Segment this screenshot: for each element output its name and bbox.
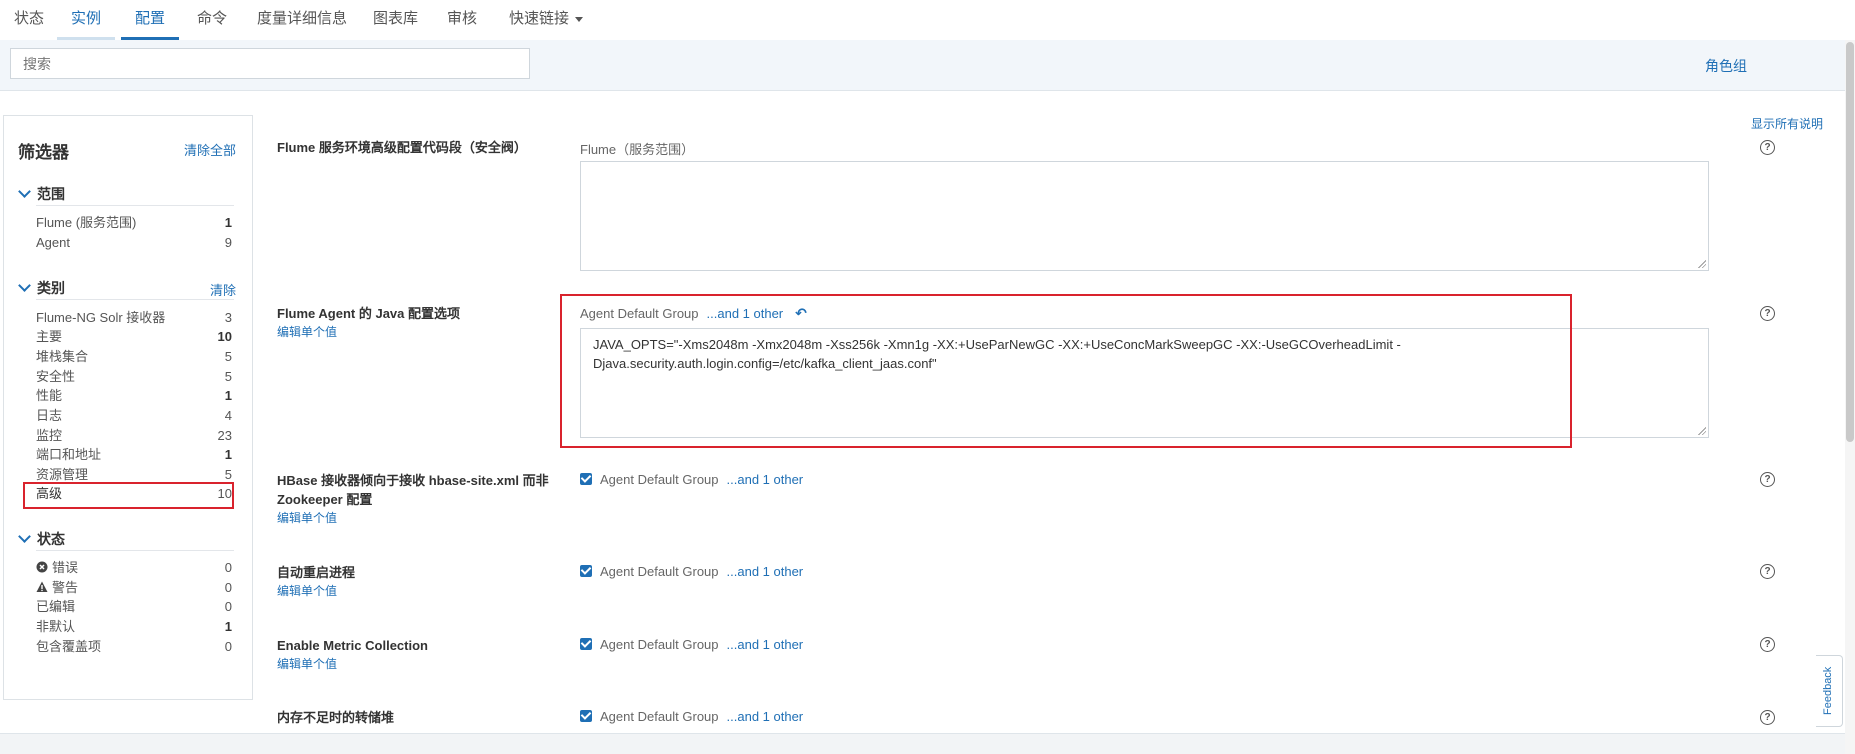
config-label: Enable Metric Collection	[277, 638, 428, 653]
filter-item[interactable]: 主要 10	[36, 328, 232, 346]
clear-category-link[interactable]: 清除	[210, 280, 236, 299]
filter-item[interactable]: 日志 4	[36, 407, 232, 425]
search-bar	[0, 40, 1855, 91]
tab-quick-links[interactable]: 快速链接	[495, 0, 597, 40]
tab-commands[interactable]: 命令	[183, 0, 241, 40]
top-nav: 状态 实例 配置 命令 度量详细信息 图表库 审核 快速链接	[0, 0, 1855, 41]
chevron-down-icon	[575, 16, 584, 22]
divider	[36, 299, 234, 300]
config-label: HBase 接收器倾向于接收 hbase-site.xml 而非 Zookeep…	[277, 473, 549, 507]
filter-item[interactable]: 警告 0	[36, 579, 232, 597]
checkbox[interactable]	[580, 473, 592, 485]
search-input[interactable]	[10, 48, 530, 79]
config-label: 自动重启进程	[277, 565, 356, 580]
filter-item[interactable]: 端口和地址 1	[36, 446, 232, 464]
filter-panel: 筛选器 清除全部 范围 Flume (服务范围) 1 Agent 9 类别 清除 F…	[3, 115, 253, 700]
filter-item[interactable]: 包含覆盖项 0	[36, 638, 232, 656]
chevron-down-icon	[18, 530, 31, 543]
filter-item[interactable]: Agent 9	[36, 234, 232, 252]
edit-single-value-link[interactable]: 编辑单个值	[277, 655, 337, 672]
filter-item[interactable]: 已编辑 0	[36, 598, 232, 616]
section-category[interactable]: 类别	[18, 278, 65, 298]
group-line: Agent Default Group ...and 1 other	[580, 472, 803, 487]
tab-configuration[interactable]: 配置	[121, 0, 180, 40]
filter-item[interactable]: 非默认 1	[36, 618, 232, 636]
group-line: Agent Default Group ...and 1 other	[580, 564, 803, 579]
tab-status[interactable]: 状态	[0, 0, 58, 40]
group-name: Agent Default Group	[600, 709, 719, 724]
other-groups-link[interactable]: ...and 1 other	[727, 637, 804, 652]
annotation-highlight	[23, 482, 234, 509]
checkbox[interactable]	[580, 565, 592, 577]
resize-handle-icon[interactable]	[1698, 260, 1706, 268]
config-label: Flume Agent 的 Java 配置选项	[277, 306, 460, 321]
other-groups-link[interactable]: ...and 1 other	[727, 564, 804, 579]
section-status[interactable]: 状态	[18, 529, 65, 549]
config-label: Flume 服务环境高级配置代码段（安全阀）	[277, 140, 527, 155]
help-icon[interactable]: ?	[1760, 637, 1775, 652]
tab-chart-library[interactable]: 图表库	[359, 0, 432, 40]
chevron-down-icon	[18, 185, 31, 198]
tab-instances[interactable]: 实例	[57, 0, 116, 40]
scrollbar-thumb[interactable]	[1846, 42, 1854, 442]
bottom-bar	[0, 733, 1845, 754]
tab-metric-details[interactable]: 度量详细信息	[243, 0, 361, 40]
filter-item[interactable]: 监控 23	[36, 427, 232, 445]
error-icon	[36, 561, 48, 573]
group-name: Agent Default Group	[600, 564, 719, 579]
group-line: Agent Default Group ...and 1 other	[580, 637, 803, 652]
other-groups-link[interactable]: ...and 1 other	[727, 709, 804, 724]
group-name: Agent Default Group	[600, 472, 719, 487]
edit-single-value-link[interactable]: 编辑单个值	[277, 509, 337, 526]
help-icon[interactable]: ?	[1760, 710, 1775, 725]
group-line: Agent Default Group ...and 1 other	[580, 709, 803, 724]
config-label: 内存不足时的转储堆	[277, 710, 395, 725]
group-name: Agent Default Group	[600, 637, 719, 652]
warning-icon	[36, 581, 48, 592]
help-icon[interactable]: ?	[1760, 472, 1775, 487]
checkbox[interactable]	[580, 638, 592, 650]
config-textarea[interactable]	[580, 161, 1709, 271]
resize-handle-icon[interactable]	[1698, 427, 1706, 435]
filter-item[interactable]: 堆栈集合 5	[36, 348, 232, 366]
edit-single-value-link[interactable]: 编辑单个值	[277, 323, 337, 340]
filter-item[interactable]: Flume (服务范围) 1	[36, 214, 232, 232]
divider	[36, 205, 234, 206]
show-all-descriptions-link[interactable]: 显示所有说明	[1751, 115, 1823, 132]
filter-item[interactable]: 性能 1	[36, 387, 232, 405]
section-scope[interactable]: 范围	[18, 184, 65, 204]
help-icon[interactable]: ?	[1760, 140, 1775, 155]
tab-audit[interactable]: 审核	[433, 0, 491, 40]
clear-all-link[interactable]: 清除全部	[184, 140, 236, 159]
feedback-tab[interactable]: Feedback	[1816, 655, 1843, 727]
checkbox[interactable]	[580, 710, 592, 722]
filter-item[interactable]: 错误 0	[36, 559, 232, 577]
help-icon[interactable]: ?	[1760, 564, 1775, 579]
edit-single-value-link[interactable]: 编辑单个值	[277, 582, 337, 599]
filter-item[interactable]: Flume-NG Solr 接收器 3	[36, 309, 232, 327]
divider	[36, 550, 234, 551]
help-icon[interactable]: ?	[1760, 306, 1775, 321]
other-groups-link[interactable]: ...and 1 other	[727, 472, 804, 487]
filter-title: 筛选器	[18, 143, 69, 162]
role-group-link[interactable]: 角色组	[1705, 56, 1747, 76]
annotation-highlight	[560, 294, 1572, 448]
scope-label: Flume（服务范围）	[580, 142, 695, 157]
filter-item[interactable]: 安全性 5	[36, 368, 232, 386]
chevron-down-icon	[18, 279, 31, 292]
